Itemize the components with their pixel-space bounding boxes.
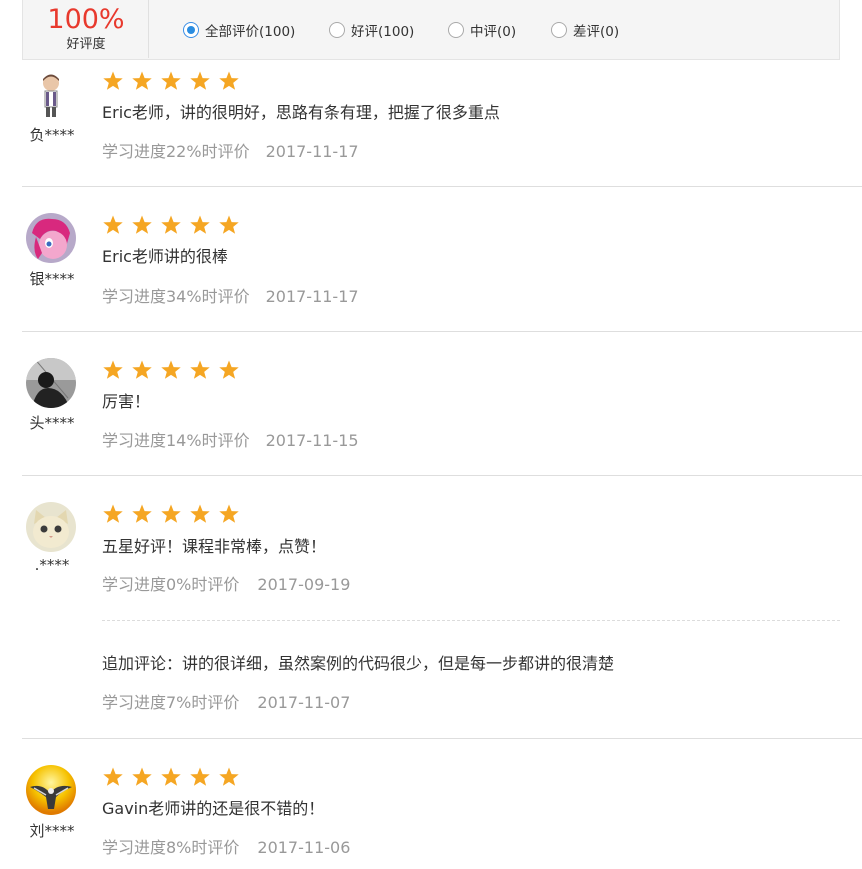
followup-date: 2017-11-07 [257, 693, 351, 712]
review-date: 2017-11-17 [265, 287, 359, 306]
avatar[interactable] [26, 358, 76, 408]
review-progress: 学习进度14%时评价 [102, 431, 250, 450]
divider [22, 186, 862, 187]
star-icon [132, 71, 152, 90]
positive-rate: 100% [47, 4, 125, 35]
star-icon [103, 767, 123, 786]
star-icon [161, 360, 181, 379]
review-date: 2017-11-06 [257, 838, 351, 857]
filter-positive-label: 好评(100) [351, 24, 415, 40]
star-rating [102, 766, 247, 788]
star-icon [219, 215, 239, 234]
filter-all-label: 全部评价(100) [205, 24, 296, 40]
divider [22, 331, 862, 332]
reviewer-name: 负**** [29, 126, 75, 144]
filter-positive[interactable]: 好评(100) [329, 21, 415, 40]
star-icon [132, 215, 152, 234]
radio-icon[interactable] [329, 22, 345, 38]
followup-meta: 学习进度7%时评价 2017-11-07 [102, 689, 350, 713]
rating-filter-bar: 100% 好评度 全部评价(100) 好评(100) 中评(0) 差评(0) [22, 0, 840, 60]
star-icon [219, 767, 239, 786]
divider [22, 738, 862, 739]
avatar-cat-icon [26, 502, 76, 552]
review-progress: 学习进度34%时评价 [102, 287, 250, 306]
star-icon [219, 504, 239, 523]
review-content: Gavin老师讲的还是很不错的！ [102, 799, 325, 818]
star-icon [161, 215, 181, 234]
radio-icon[interactable] [551, 22, 567, 38]
star-rating [102, 214, 247, 236]
divider [22, 475, 862, 476]
avatar-pony-icon [26, 213, 76, 263]
positive-rate-label: 好评度 [66, 37, 106, 52]
radio-icon[interactable] [448, 22, 464, 38]
filter-negative-label: 差评(0) [573, 24, 620, 40]
star-icon [103, 360, 123, 379]
review-content: Eric老师，讲的很明好，思路有条有理，把握了很多重点 [102, 103, 500, 122]
radio-checked-icon[interactable] [183, 22, 199, 38]
filter-neutral[interactable]: 中评(0) [448, 21, 517, 40]
avatar[interactable] [26, 213, 76, 263]
star-icon [190, 504, 210, 523]
review-progress: 学习进度22%时评价 [102, 142, 250, 161]
star-rating [102, 359, 247, 381]
filter-negative[interactable]: 差评(0) [551, 21, 620, 40]
followup-content: 追加评论：讲的很详细，虽然案例的代码很少，但是每一步都讲的很清楚 [102, 654, 615, 673]
avatar[interactable] [26, 765, 76, 815]
review-content: Eric老师讲的很棒 [102, 247, 228, 266]
star-icon [190, 360, 210, 379]
reviewer-name: .**** [34, 556, 70, 574]
star-icon [161, 767, 181, 786]
star-icon [219, 71, 239, 90]
review-meta: 学习进度34%时评价 2017-11-17 [102, 283, 359, 307]
review-date: 2017-11-17 [265, 142, 359, 161]
review-progress: 学习进度8%时评价 [102, 838, 240, 857]
avatar[interactable] [26, 502, 76, 552]
star-icon [103, 504, 123, 523]
star-icon [103, 71, 123, 90]
review-meta: 学习进度22%时评价 2017-11-17 [102, 138, 359, 162]
review-content: 五星好评！课程非常棒，点赞！ [102, 537, 327, 556]
reviewer-name: 银**** [29, 270, 75, 288]
star-icon [132, 360, 152, 379]
review-date: 2017-11-15 [265, 431, 359, 450]
followup-progress: 学习进度7%时评价 [102, 693, 240, 712]
star-icon [103, 215, 123, 234]
star-icon [161, 504, 181, 523]
filter-neutral-label: 中评(0) [470, 24, 517, 40]
star-rating [102, 70, 247, 92]
star-icon [190, 767, 210, 786]
star-icon [132, 504, 152, 523]
avatar[interactable] [26, 70, 76, 120]
avatar-boy-icon [26, 70, 76, 120]
review-progress: 学习进度0%时评价 [102, 575, 240, 594]
review-meta: 学习进度8%时评价 2017-11-06 [102, 834, 350, 858]
review-meta: 学习进度14%时评价 2017-11-15 [102, 427, 359, 451]
star-icon [132, 767, 152, 786]
star-rating [102, 503, 247, 525]
reviewer-name: 刘**** [29, 822, 75, 840]
star-icon [161, 71, 181, 90]
reviewer-name: 头**** [29, 414, 75, 432]
followup-divider [102, 620, 840, 621]
avatar-dark-photo-icon [26, 358, 76, 408]
review-meta: 学习进度0%时评价 2017-09-19 [102, 571, 350, 595]
filter-all[interactable]: 全部评价(100) [183, 21, 296, 40]
star-icon [190, 71, 210, 90]
rating-summary: 100% 好评度 [23, 0, 149, 58]
review-date: 2017-09-19 [257, 575, 351, 594]
review-content: 厉害！ [102, 392, 151, 411]
star-icon [190, 215, 210, 234]
avatar-eagle-icon [26, 765, 76, 815]
star-icon [219, 360, 239, 379]
